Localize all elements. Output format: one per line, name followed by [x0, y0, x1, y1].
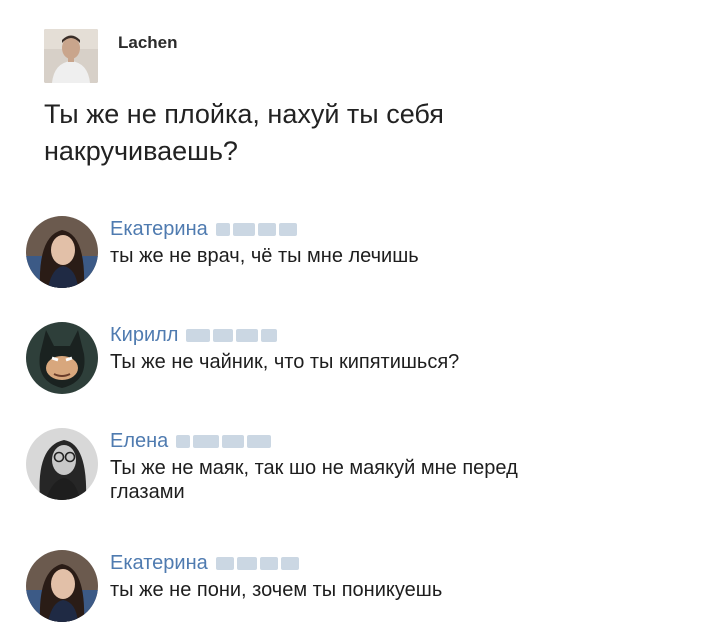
- blurred-surname: [186, 327, 278, 343]
- comment-author-name[interactable]: Екатерина: [110, 216, 208, 242]
- post-text: Ты же не плойка, нахуй ты себя накручива…: [44, 99, 444, 166]
- comment-author-name[interactable]: Кирилл: [110, 322, 178, 348]
- post-author-name[interactable]: Lachen: [118, 33, 178, 53]
- post-header: Lachen: [44, 29, 178, 83]
- comment-author-name[interactable]: Елена: [110, 428, 168, 454]
- comment-text: Ты же не чайник, что ты кипятишься?: [110, 351, 460, 373]
- man-avatar-icon: [44, 29, 98, 83]
- comment-avatar[interactable]: [26, 322, 98, 394]
- comment-avatar[interactable]: [26, 428, 98, 500]
- comment: Екатерина ты же не врач, чё ты мне лечиш…: [26, 216, 580, 288]
- woman-avatar-icon: [26, 550, 98, 622]
- comment-author-name[interactable]: Екатерина: [110, 550, 208, 576]
- comment-avatar[interactable]: [26, 216, 98, 288]
- post-author-avatar[interactable]: [44, 29, 98, 83]
- batman-avatar-icon: [26, 322, 98, 394]
- comment-text: Ты же не маяк, так шо не маякуй мне пере…: [110, 457, 518, 503]
- woman-avatar-icon: [26, 216, 98, 288]
- comment-text: ты же не врач, чё ты мне лечишь: [110, 245, 419, 267]
- comment-text: ты же не пони, зочем ты поникуешь: [110, 579, 443, 601]
- woman-glasses-avatar-icon: [26, 428, 98, 500]
- comment-avatar[interactable]: [26, 550, 98, 622]
- comment: Елена Ты же не маяк, так шо не маякуй мн…: [26, 428, 580, 504]
- blurred-surname: [215, 555, 299, 571]
- comment: Екатерина ты же не пони, зочем ты понику…: [26, 550, 580, 622]
- blurred-surname: [215, 221, 297, 237]
- comment: Кирилл Ты же не чайник, что ты кипятишьс…: [26, 322, 580, 394]
- blurred-surname: [176, 433, 272, 449]
